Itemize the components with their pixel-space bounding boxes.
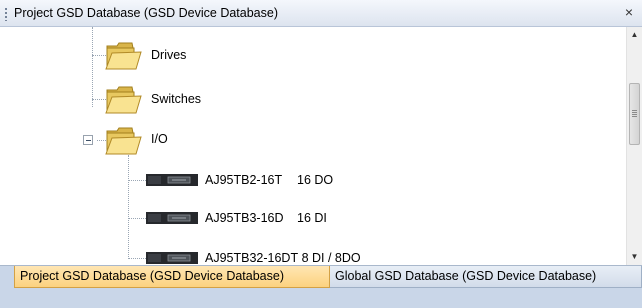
tree-node-label: Drives bbox=[151, 48, 187, 62]
scroll-down-button[interactable]: ▼ bbox=[627, 250, 642, 264]
folder-icon bbox=[105, 42, 142, 70]
device-description: 16 DO bbox=[297, 173, 334, 187]
tree-connector-line bbox=[128, 258, 146, 259]
tree-node-label: Switches bbox=[151, 92, 202, 106]
panel-title: Project GSD Database (GSD Device Databas… bbox=[14, 6, 278, 20]
drag-grip-icon[interactable] bbox=[5, 7, 7, 21]
thumb-grip-icon bbox=[632, 110, 637, 117]
device-label: AJ95TB2-16T 16 DO bbox=[205, 173, 333, 187]
tree-connector-line bbox=[128, 218, 146, 219]
device-module-icon bbox=[146, 174, 198, 186]
device-module-icon bbox=[146, 212, 198, 224]
device-label: AJ95TB3-16D 16 DI bbox=[205, 211, 327, 225]
tab-global-gsd-database[interactable]: Global GSD Database (GSD Device Database… bbox=[330, 266, 642, 288]
device-name: AJ95TB32-16DT bbox=[205, 251, 299, 265]
tree-connector-line bbox=[128, 180, 146, 181]
collapse-minus-icon[interactable] bbox=[83, 135, 93, 145]
tree-connector-line bbox=[92, 27, 93, 107]
device-module-icon bbox=[146, 252, 198, 264]
tree-node-label: I/O bbox=[151, 132, 168, 146]
vertical-scrollbar[interactable]: ▲ ▼ bbox=[626, 27, 642, 265]
folder-icon bbox=[105, 86, 142, 114]
tab-project-gsd-database[interactable]: Project GSD Database (GSD Device Databas… bbox=[14, 266, 330, 288]
minus-icon bbox=[86, 140, 91, 141]
scroll-up-button[interactable]: ▲ bbox=[627, 28, 642, 42]
close-button[interactable]: × bbox=[622, 4, 636, 20]
device-name: AJ95TB2-16T bbox=[205, 173, 283, 187]
device-name: AJ95TB3-16D bbox=[205, 211, 284, 225]
device-description: 16 DI bbox=[297, 211, 327, 225]
tree-connector-line bbox=[128, 155, 129, 259]
scroll-thumb[interactable] bbox=[629, 83, 640, 145]
folder-open-icon bbox=[105, 127, 142, 155]
panel-title-bar: Project GSD Database (GSD Device Databas… bbox=[0, 0, 642, 27]
tab-bar: Project GSD Database (GSD Device Databas… bbox=[0, 265, 642, 308]
device-description: 8 DI / 8DO bbox=[301, 251, 361, 265]
device-label: AJ95TB32-16DT 8 DI / 8DO bbox=[205, 251, 361, 265]
gsd-device-tree[interactable]: Drives Switches I/O AJ95TB2-16T 16 DO AJ… bbox=[0, 27, 626, 265]
